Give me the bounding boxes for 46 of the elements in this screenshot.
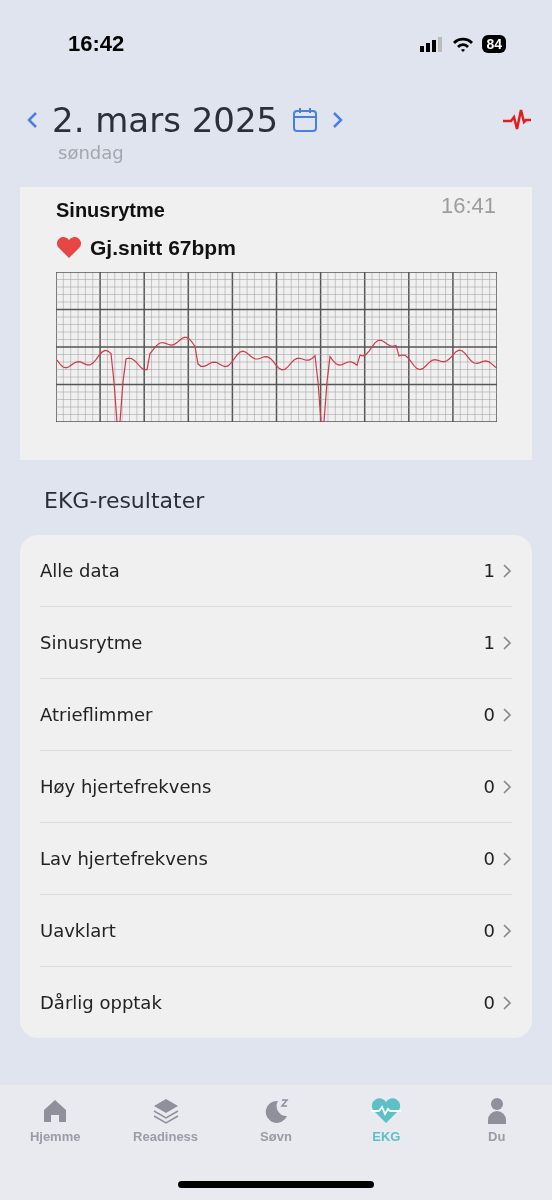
chevron-right-icon <box>503 923 512 938</box>
result-label: Atrieflimmer <box>40 704 153 725</box>
pulse-icon[interactable] <box>502 108 532 132</box>
chevron-right-icon <box>503 635 512 650</box>
result-row[interactable]: Lav hjertefrekvens 0 <box>40 823 512 895</box>
result-row[interactable]: Sinusrytme 1 <box>40 607 512 679</box>
wifi-icon <box>452 36 475 52</box>
result-label: Dårlig opptak <box>40 992 162 1013</box>
result-count: 0 <box>483 848 495 869</box>
result-row[interactable]: Høy hjertefrekvens 0 <box>40 751 512 823</box>
layers-icon <box>151 1097 180 1125</box>
result-label: Høy hjertefrekvens <box>40 776 212 797</box>
result-label: Alle data <box>40 560 120 581</box>
chevron-left-icon[interactable] <box>26 111 38 129</box>
rhythm-title: Sinusrytme <box>56 199 165 222</box>
chevron-right-icon <box>503 779 512 794</box>
signal-icon <box>420 36 445 52</box>
date-title: 2. mars 2025 <box>52 100 279 140</box>
average-heart-rate: Gj.snitt 67bpm <box>90 236 236 260</box>
result-row[interactable]: Uavklart 0 <box>40 895 512 967</box>
result-count: 0 <box>483 704 495 725</box>
chevron-right-icon <box>503 707 512 722</box>
result-count: 1 <box>483 632 495 653</box>
result-row[interactable]: Dårlig opptak 0 <box>40 967 512 1038</box>
result-row[interactable]: Alle data 1 <box>40 535 512 607</box>
result-count: 1 <box>483 560 495 581</box>
section-title: EKG-resultater <box>44 488 206 513</box>
weekday-label: søndag <box>58 142 125 163</box>
result-label: Uavklart <box>40 920 116 941</box>
calendar-icon[interactable] <box>292 107 319 133</box>
result-count: 0 <box>483 920 495 941</box>
recording-time: 16:41 <box>440 193 496 219</box>
heart-icon <box>56 237 82 259</box>
chevron-right-icon <box>503 851 512 866</box>
status-time: 16:42 <box>68 31 125 57</box>
chevron-right-icon <box>503 995 512 1010</box>
chevron-right-icon[interactable] <box>332 111 345 129</box>
result-label: Sinusrytme <box>40 632 143 653</box>
battery-level: 84 <box>482 35 506 53</box>
result-row[interactable]: Atrieflimmer 0 <box>40 679 512 751</box>
chevron-right-icon <box>503 563 512 578</box>
result-label: Lav hjertefrekvens <box>40 848 208 869</box>
ecg-card[interactable]: Sinusrytme 16:41 Gj.snitt 67bpm <box>20 187 532 460</box>
heart-pulse-icon <box>370 1097 403 1125</box>
result-count: 0 <box>483 776 495 797</box>
result-count: 0 <box>483 992 495 1013</box>
